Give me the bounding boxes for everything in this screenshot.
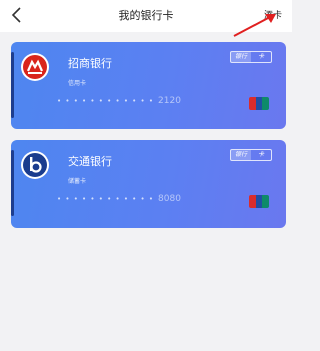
bank-name: 交通银行 [68,155,112,168]
card-edge-accent [11,150,14,216]
card-number-tail: 2120 [158,96,181,106]
badge-right: 卡 [257,151,264,158]
card-number: • • • • • • • • • • • • 8080 [57,194,181,204]
badge-right: 卡 [257,53,264,60]
card-number-tail: 8080 [158,194,181,204]
unionpay-icon [249,195,269,208]
unionpay-icon [249,97,269,110]
card-type: 储蓄卡 [68,178,87,185]
card-number: • • • • • • • • • • • • 2120 [57,96,181,106]
card-badge: 银行 卡 [230,51,272,63]
card-badge: 银行 卡 [230,149,272,161]
card-number-masked: • • • • • • • • • • • • [57,97,155,105]
card-number-masked: • • • • • • • • • • • • [57,195,155,203]
annotation-arrow-icon [233,14,276,37]
bocom-logo-icon [21,151,49,179]
cmb-logo-icon [21,53,49,81]
bank-card-bocom[interactable]: 交通银行 储蓄卡 银行 卡 • • • • • • • • • • • • 808… [11,140,286,228]
badge-left: 银行 [231,150,251,160]
card-edge-accent [11,52,14,118]
badge-left: 银行 [231,52,251,62]
bank-card-cmb[interactable]: 招商银行 信用卡 银行 卡 • • • • • • • • • • • • 212… [11,42,286,129]
bank-name: 招商银行 [68,57,112,70]
card-type: 信用卡 [68,80,87,87]
